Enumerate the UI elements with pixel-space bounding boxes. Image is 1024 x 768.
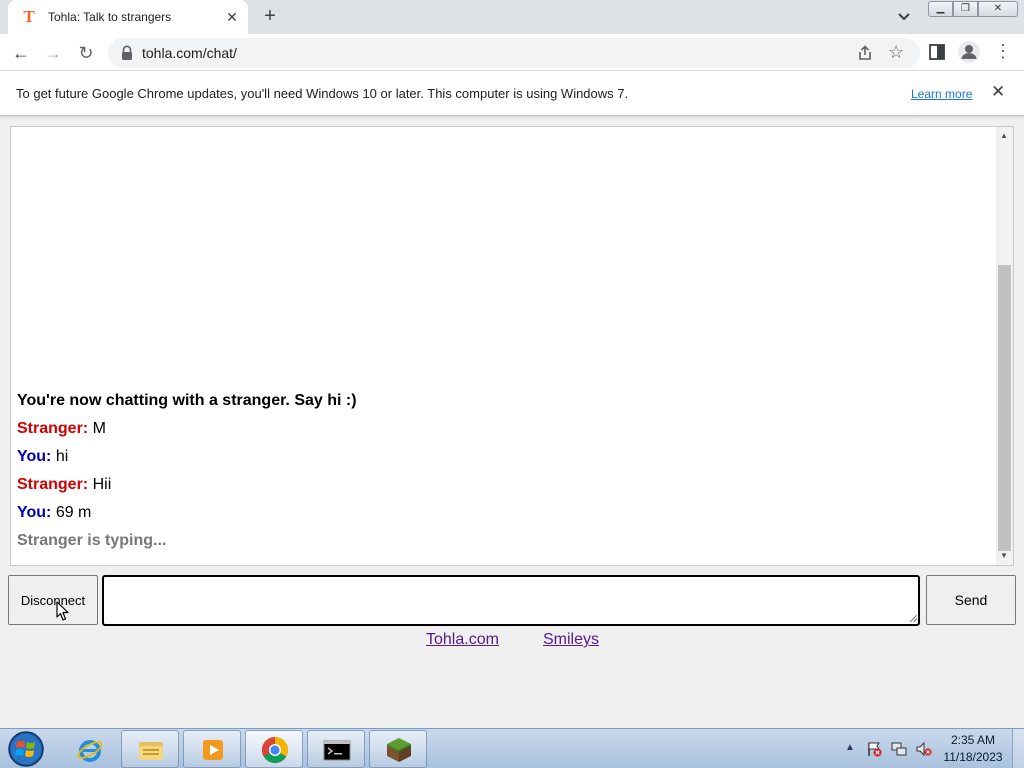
- chat-message: You: 69 m: [17, 502, 977, 530]
- scrollbar-thumb[interactable]: [998, 265, 1011, 551]
- chat-scrollbar[interactable]: ▲ ▼: [996, 127, 1013, 565]
- chat-message: Stranger: M: [17, 418, 977, 446]
- message-text: 69 m: [55, 504, 92, 521]
- command-prompt-icon: [323, 740, 351, 761]
- connection-status-message: You're now chatting with a stranger. Say…: [17, 392, 357, 409]
- disconnect-button[interactable]: Disconnect: [8, 575, 98, 625]
- message-sender: You:: [17, 448, 52, 465]
- taskbar-internet-explorer[interactable]: [60, 730, 118, 768]
- scroll-up-arrow-icon[interactable]: ▲: [1000, 131, 1008, 140]
- message-input[interactable]: [102, 575, 920, 626]
- browser-toolbar: ← → ↻ tohla.com/chat/ ☆ ⋮: [0, 34, 1024, 71]
- volume-muted-icon[interactable]: [916, 741, 932, 757]
- clock-date[interactable]: 11/18/2023: [942, 750, 1004, 764]
- chat-message: Stranger: Hii: [17, 474, 977, 502]
- tohla-home-link[interactable]: Tohla.com: [426, 631, 499, 649]
- clock-time[interactable]: 2:35 AM: [942, 733, 1004, 747]
- side-panel-icon[interactable]: [929, 44, 945, 60]
- infobar-close-icon[interactable]: ✕: [991, 82, 1005, 102]
- message-text: Hii: [92, 476, 112, 493]
- taskbar-google-chrome[interactable]: [245, 730, 303, 768]
- message-sender: Stranger:: [17, 476, 89, 493]
- message-text: hi: [55, 448, 69, 465]
- windows-taskbar: ▲ 2:35 AM 11/18/2023: [0, 728, 1024, 768]
- profile-avatar-icon[interactable]: [958, 41, 980, 63]
- learn-more-link[interactable]: Learn more: [911, 87, 972, 101]
- new-tab-button[interactable]: +: [258, 5, 282, 29]
- reload-icon[interactable]: ↻: [74, 41, 98, 65]
- chrome-icon: [261, 736, 289, 764]
- windows-start-button-icon[interactable]: [6, 730, 46, 768]
- action-center-flag-icon[interactable]: [866, 741, 882, 757]
- media-player-icon: [203, 740, 223, 760]
- taskbar-minecraft[interactable]: [369, 730, 427, 768]
- smileys-link[interactable]: Smileys: [543, 631, 599, 649]
- tab-active[interactable]: T Tohla: Talk to strangers ✕: [8, 0, 248, 34]
- network-icon[interactable]: [891, 741, 907, 757]
- textarea-resize-grip-icon[interactable]: [909, 614, 917, 622]
- address-bar[interactable]: tohla.com/chat/ ☆: [108, 38, 920, 68]
- back-arrow-icon[interactable]: ←: [9, 41, 33, 65]
- tab-close-icon[interactable]: ✕: [222, 9, 242, 26]
- show-desktop-button[interactable]: [1012, 729, 1024, 768]
- bookmark-star-icon[interactable]: ☆: [888, 42, 904, 63]
- chrome-menu-icon[interactable]: ⋮: [994, 41, 1012, 62]
- url-text[interactable]: tohla.com/chat/: [142, 45, 237, 61]
- update-infobar: To get future Google Chrome updates, you…: [0, 71, 1024, 116]
- show-hidden-icons-arrow-icon[interactable]: ▲: [845, 742, 855, 753]
- message-list: You're now chatting with a stranger. Say…: [17, 390, 977, 558]
- taskbar-file-explorer[interactable]: [121, 730, 179, 768]
- chat-message: You: hi: [17, 446, 977, 474]
- minecraft-grass-block-icon: [387, 738, 411, 762]
- message-text: M: [92, 420, 106, 437]
- tab-search-icon[interactable]: [894, 8, 914, 26]
- internet-explorer-icon: [77, 740, 103, 762]
- mouse-cursor-icon: [56, 601, 69, 621]
- message-sender: Stranger:: [17, 420, 89, 437]
- forward-arrow-icon[interactable]: →: [41, 41, 65, 65]
- folder-icon: [139, 742, 163, 760]
- taskbar-media-player[interactable]: [183, 730, 241, 768]
- infobar-message: To get future Google Chrome updates, you…: [16, 86, 629, 101]
- message-sender: You:: [17, 504, 52, 521]
- chat-log[interactable]: You're now chatting with a stranger. Say…: [10, 126, 1014, 566]
- scroll-down-arrow-icon[interactable]: ▼: [1000, 551, 1008, 560]
- share-icon[interactable]: [856, 44, 874, 62]
- lock-icon[interactable]: [120, 45, 134, 61]
- window-restore-button[interactable]: ❐: [953, 1, 978, 17]
- window-minimize-button[interactable]: ▁: [928, 1, 953, 17]
- window-close-button[interactable]: ✕: [978, 1, 1018, 17]
- taskbar-command-prompt[interactable]: [307, 730, 365, 768]
- tab-title: Tohla: Talk to strangers: [48, 10, 172, 24]
- site-favicon-icon: T: [23, 7, 35, 26]
- typing-indicator: Stranger is typing...: [17, 532, 167, 549]
- tab-strip: T Tohla: Talk to strangers ✕ + ▁ ❐ ✕: [0, 0, 1024, 34]
- send-button[interactable]: Send: [926, 575, 1016, 625]
